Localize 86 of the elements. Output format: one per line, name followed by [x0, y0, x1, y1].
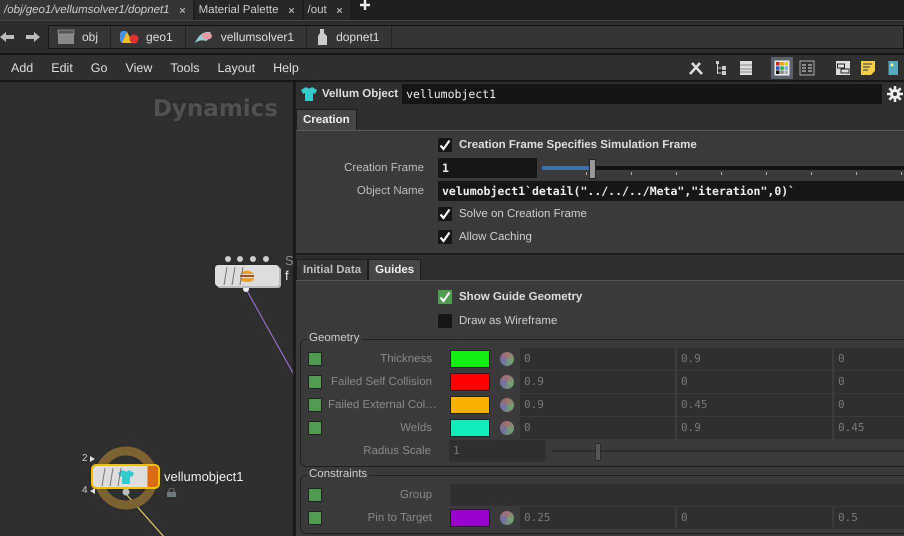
- tree-view-icon[interactable]: [714, 60, 728, 76]
- enable-toggle[interactable]: [308, 374, 322, 388]
- node-label: vellumobject1: [164, 469, 244, 484]
- group-title: Geometry: [307, 332, 362, 344]
- enable-toggle[interactable]: [308, 488, 322, 502]
- color-wheel-icon[interactable]: [500, 374, 514, 388]
- close-icon[interactable]: [180, 8, 185, 12]
- clapperboard-icon: [57, 29, 75, 45]
- close-icon[interactable]: [336, 8, 342, 12]
- color-swatch[interactable]: [450, 350, 490, 368]
- close-icon[interactable]: [288, 8, 294, 12]
- toggle-label: Creation Frame Specifies Simulation Frame: [459, 139, 697, 151]
- field-label: Object Name: [356, 185, 424, 197]
- color-swatch[interactable]: [450, 396, 490, 414]
- wire: [126, 494, 166, 536]
- field-label: Pin to Target: [366, 512, 432, 524]
- field-label: Group: [399, 488, 432, 500]
- burger-icon: [239, 268, 255, 282]
- shirt-icon: [116, 468, 134, 484]
- text-field[interactable]: velumobject1`detail("../../../Meta","iteration",0)`: [438, 181, 904, 201]
- field-label: Welds: [399, 422, 432, 434]
- input-dots: [225, 256, 269, 262]
- color-wheel-icon[interactable]: [500, 398, 514, 412]
- settings-icon[interactable]: [886, 85, 904, 103]
- enable-toggle[interactable]: [308, 510, 322, 524]
- checkbox[interactable]: [438, 230, 452, 244]
- toggle-label: Draw as Wireframe: [459, 315, 558, 327]
- menu-item[interactable]: Go: [80, 60, 114, 74]
- color-swatch[interactable]: [450, 372, 490, 390]
- node-type-label: Vellum Object: [322, 88, 398, 100]
- color-swatch[interactable]: [450, 418, 490, 436]
- shapes-icon: [119, 29, 140, 45]
- breadcrumb-item[interactable]: vellumsolver1: [186, 26, 308, 48]
- node-comment: S: [285, 253, 293, 268]
- color-wheel-icon[interactable]: [500, 352, 514, 366]
- checkbox[interactable]: [438, 138, 452, 152]
- checkbox[interactable]: [438, 314, 452, 328]
- menu-item[interactable]: Help: [262, 60, 306, 74]
- forward-icon[interactable]: [24, 29, 40, 45]
- toggle-label: Show Guide Geometry: [459, 291, 582, 303]
- number-field[interactable]: 1: [438, 158, 537, 178]
- menu-item[interactable]: View: [114, 60, 160, 74]
- cloth-icon: [194, 29, 214, 45]
- output-dot: [122, 488, 130, 496]
- slider[interactable]: [542, 158, 904, 178]
- field-label: Thickness: [379, 352, 432, 364]
- toggle-label: Allow Caching: [459, 231, 532, 243]
- field-label: Creation Frame: [343, 162, 424, 174]
- field-label: Radius Scale: [362, 444, 431, 456]
- color-wheel-icon[interactable]: [500, 510, 514, 524]
- image-icon[interactable]: [888, 60, 898, 76]
- group-title: Constraints: [307, 468, 370, 480]
- network-node[interactable]: [93, 466, 158, 487]
- checkbox[interactable]: [438, 207, 452, 221]
- enable-toggle[interactable]: [308, 420, 322, 434]
- path-tab[interactable]: /obj/geo1/vellumsolver1/dopnet1: [0, 0, 193, 20]
- menu-item[interactable]: Layout: [206, 60, 262, 74]
- toggle-label: Solve on Creation Frame: [459, 208, 587, 220]
- tab[interactable]: Guides: [368, 259, 422, 280]
- output-arrow-icon: [90, 488, 95, 494]
- menu-item[interactable]: Add: [0, 60, 40, 74]
- list-icon[interactable]: [739, 60, 753, 76]
- menu-item[interactable]: Edit: [40, 60, 80, 74]
- enable-toggle[interactable]: [308, 398, 322, 412]
- node-name-field[interactable]: vellumobject1: [402, 84, 882, 104]
- color-swatch[interactable]: [450, 508, 490, 526]
- back-icon[interactable]: [0, 29, 14, 45]
- input-count: 2: [82, 453, 88, 464]
- shirt-icon[interactable]: [300, 86, 318, 102]
- path-tab[interactable]: Material Palette: [194, 0, 302, 20]
- bottle-icon: [315, 28, 330, 46]
- breadcrumb-item[interactable]: geo1: [111, 26, 186, 48]
- tab[interactable]: Creation: [296, 109, 357, 130]
- path-tab[interactable]: /out: [304, 0, 350, 20]
- output-count: 4: [82, 485, 88, 496]
- field-label: Failed Self Collision: [330, 376, 432, 388]
- tab[interactable]: Initial Data: [296, 259, 368, 280]
- checkbox[interactable]: [438, 290, 452, 304]
- breadcrumb-item[interactable]: dopnet1: [307, 26, 392, 48]
- input-arrow-icon: [90, 456, 95, 462]
- enable-toggle[interactable]: [308, 352, 322, 366]
- breadcrumb-item[interactable]: obj: [49, 26, 112, 48]
- node-label: f: [285, 268, 289, 283]
- network-node[interactable]: [215, 265, 279, 286]
- color-wheel-icon[interactable]: [500, 420, 514, 434]
- menu-item[interactable]: Tools: [159, 60, 207, 74]
